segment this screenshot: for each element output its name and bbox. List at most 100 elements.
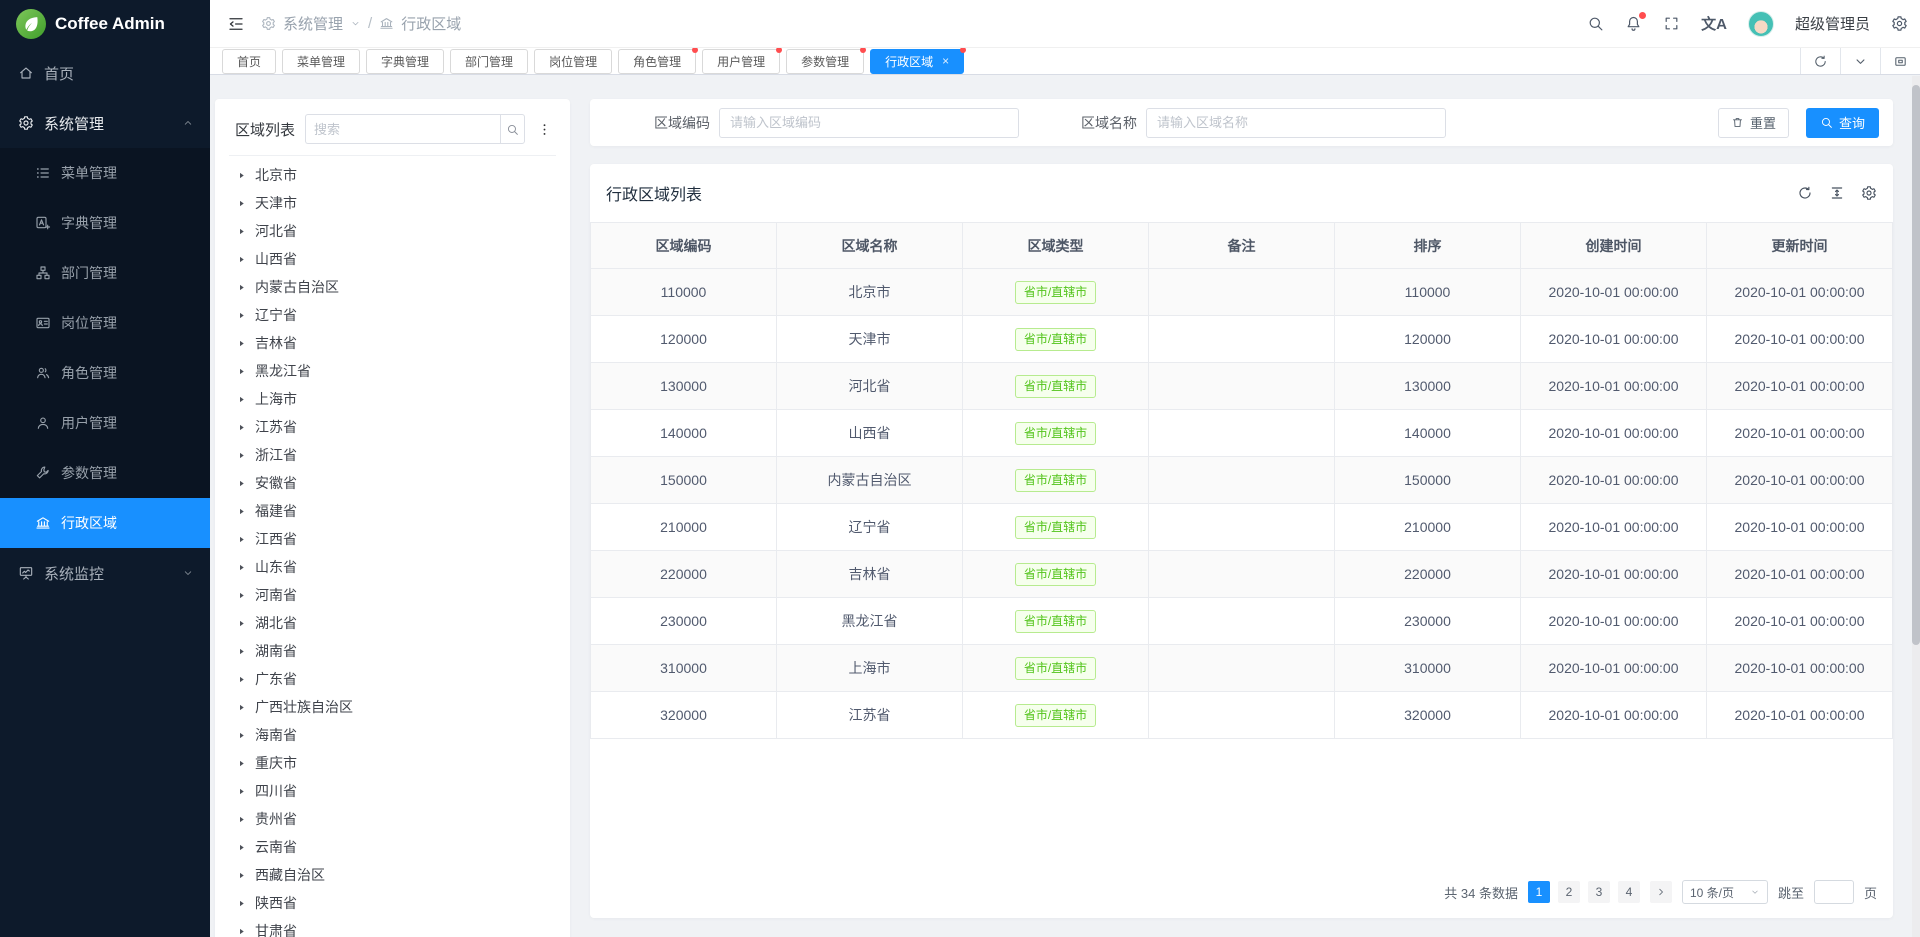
tab[interactable]: 角色管理 xyxy=(618,49,696,74)
caret-right-icon[interactable] xyxy=(237,255,246,264)
table-row[interactable]: 310000 上海市 省市/直辖市 310000 2020-10-01 00:0… xyxy=(591,645,1893,692)
tree-item[interactable]: 江西省 xyxy=(237,525,556,553)
tree-item[interactable]: 天津市 xyxy=(237,189,556,217)
sidebar-subitem[interactable]: 角色管理 xyxy=(0,348,210,398)
tree-item[interactable]: 湖北省 xyxy=(237,609,556,637)
tree-search-button[interactable] xyxy=(500,114,525,144)
tree-item[interactable]: 云南省 xyxy=(237,833,556,861)
user-name[interactable]: 超级管理员 xyxy=(1795,13,1870,34)
caret-right-icon[interactable] xyxy=(237,227,246,236)
table-row[interactable]: 110000 北京市 省市/直辖市 110000 2020-10-01 00:0… xyxy=(591,269,1893,316)
tree-item[interactable]: 陕西省 xyxy=(237,889,556,917)
notifications-bell-icon[interactable] xyxy=(1625,15,1642,32)
brand-logo[interactable]: Coffee Admin xyxy=(0,0,210,48)
search-icon[interactable] xyxy=(1587,15,1604,32)
tree-item[interactable]: 西藏自治区 xyxy=(237,861,556,889)
tree-item[interactable]: 河北省 xyxy=(237,217,556,245)
page-button[interactable]: 2 xyxy=(1558,881,1580,903)
tab[interactable]: 用户管理 xyxy=(702,49,780,74)
table-row[interactable]: 140000 山西省 省市/直辖市 140000 2020-10-01 00:0… xyxy=(591,410,1893,457)
caret-right-icon[interactable] xyxy=(237,731,246,740)
tree-item[interactable]: 吉林省 xyxy=(237,329,556,357)
caret-right-icon[interactable] xyxy=(237,619,246,628)
tab[interactable]: 字典管理 xyxy=(366,49,444,74)
sidebar-item-system-monitor[interactable]: 系统监控 xyxy=(0,548,210,598)
caret-right-icon[interactable] xyxy=(237,815,246,824)
refresh-icon[interactable] xyxy=(1800,48,1840,74)
tab[interactable]: 行政区域 × xyxy=(870,49,964,74)
tab[interactable]: 首页 xyxy=(222,49,276,74)
caret-right-icon[interactable] xyxy=(237,283,246,292)
caret-right-icon[interactable] xyxy=(237,171,246,180)
tree-item[interactable]: 海南省 xyxy=(237,721,556,749)
tree-item[interactable]: 黑龙江省 xyxy=(237,357,556,385)
sidebar-subitem[interactable]: 部门管理 xyxy=(0,248,210,298)
caret-right-icon[interactable] xyxy=(237,591,246,600)
sidebar-subitem[interactable]: 菜单管理 xyxy=(0,148,210,198)
tree-item[interactable]: 辽宁省 xyxy=(237,301,556,329)
page-button[interactable]: 1 xyxy=(1528,881,1550,903)
caret-right-icon[interactable] xyxy=(237,927,246,936)
tree-item[interactable]: 上海市 xyxy=(237,385,556,413)
table-row[interactable]: 120000 天津市 省市/直辖市 120000 2020-10-01 00:0… xyxy=(591,316,1893,363)
page-button[interactable]: 3 xyxy=(1588,881,1610,903)
page-scrollbar[interactable] xyxy=(1912,76,1920,937)
tab[interactable]: 菜单管理 xyxy=(282,49,360,74)
tree-item[interactable]: 广东省 xyxy=(237,665,556,693)
tab[interactable]: 部门管理 xyxy=(450,49,528,74)
table-settings-gear-icon[interactable] xyxy=(1861,185,1877,201)
sidebar-subitem[interactable]: 参数管理 xyxy=(0,448,210,498)
tree-search-input[interactable] xyxy=(305,114,500,144)
tree-item[interactable]: 北京市 xyxy=(237,161,556,189)
caret-right-icon[interactable] xyxy=(237,507,246,516)
caret-right-icon[interactable] xyxy=(237,311,246,320)
sidebar-collapse-icon[interactable] xyxy=(227,15,245,33)
scrollbar-thumb[interactable] xyxy=(1912,85,1920,645)
breadcrumb-parent[interactable]: 系统管理 xyxy=(283,13,343,34)
tree-item[interactable]: 贵州省 xyxy=(237,805,556,833)
caret-right-icon[interactable] xyxy=(237,423,246,432)
sidebar-item-home[interactable]: 首页 xyxy=(0,48,210,98)
caret-right-icon[interactable] xyxy=(237,871,246,880)
table-row[interactable]: 150000 内蒙古自治区 省市/直辖市 150000 2020-10-01 0… xyxy=(591,457,1893,504)
page-size-select[interactable]: 10 条/页 xyxy=(1682,880,1768,904)
tree-item[interactable]: 福建省 xyxy=(237,497,556,525)
caret-right-icon[interactable] xyxy=(237,367,246,376)
refresh-icon[interactable] xyxy=(1797,185,1813,201)
sidebar-subitem[interactable]: 岗位管理 xyxy=(0,298,210,348)
region-code-input[interactable] xyxy=(719,108,1019,138)
caret-right-icon[interactable] xyxy=(237,759,246,768)
caret-right-icon[interactable] xyxy=(237,451,246,460)
tree-item[interactable]: 湖南省 xyxy=(237,637,556,665)
sidebar-subitem[interactable]: 行政区域 xyxy=(0,498,210,548)
tree-item[interactable]: 河南省 xyxy=(237,581,556,609)
next-page-button[interactable] xyxy=(1650,881,1672,903)
tree-item[interactable]: 山东省 xyxy=(237,553,556,581)
caret-right-icon[interactable] xyxy=(237,703,246,712)
reset-button[interactable]: 重置 xyxy=(1718,108,1789,138)
tree-item[interactable]: 四川省 xyxy=(237,777,556,805)
caret-right-icon[interactable] xyxy=(237,647,246,656)
table-row[interactable]: 230000 黑龙江省 省市/直辖市 230000 2020-10-01 00:… xyxy=(591,598,1893,645)
tab[interactable]: 参数管理 xyxy=(786,49,864,74)
content-fullscreen-icon[interactable] xyxy=(1880,48,1920,74)
caret-right-icon[interactable] xyxy=(237,787,246,796)
table-row[interactable]: 210000 辽宁省 省市/直辖市 210000 2020-10-01 00:0… xyxy=(591,504,1893,551)
search-button[interactable]: 查询 xyxy=(1806,108,1879,138)
tab-close-icon[interactable]: × xyxy=(942,54,949,68)
translate-icon[interactable]: 文A xyxy=(1701,13,1727,34)
caret-right-icon[interactable] xyxy=(237,199,246,208)
tree-item[interactable]: 甘肃省 xyxy=(237,917,556,937)
tree-item[interactable]: 重庆市 xyxy=(237,749,556,777)
tab[interactable]: 岗位管理 xyxy=(534,49,612,74)
caret-right-icon[interactable] xyxy=(237,535,246,544)
caret-right-icon[interactable] xyxy=(237,675,246,684)
density-icon[interactable] xyxy=(1829,185,1845,201)
more-dots-icon[interactable] xyxy=(535,122,554,137)
caret-right-icon[interactable] xyxy=(237,479,246,488)
caret-right-icon[interactable] xyxy=(237,395,246,404)
tree-item[interactable]: 浙江省 xyxy=(237,441,556,469)
sidebar-subitem[interactable]: 字典管理 xyxy=(0,198,210,248)
region-name-input[interactable] xyxy=(1146,108,1446,138)
settings-gear-icon[interactable] xyxy=(1891,15,1908,32)
